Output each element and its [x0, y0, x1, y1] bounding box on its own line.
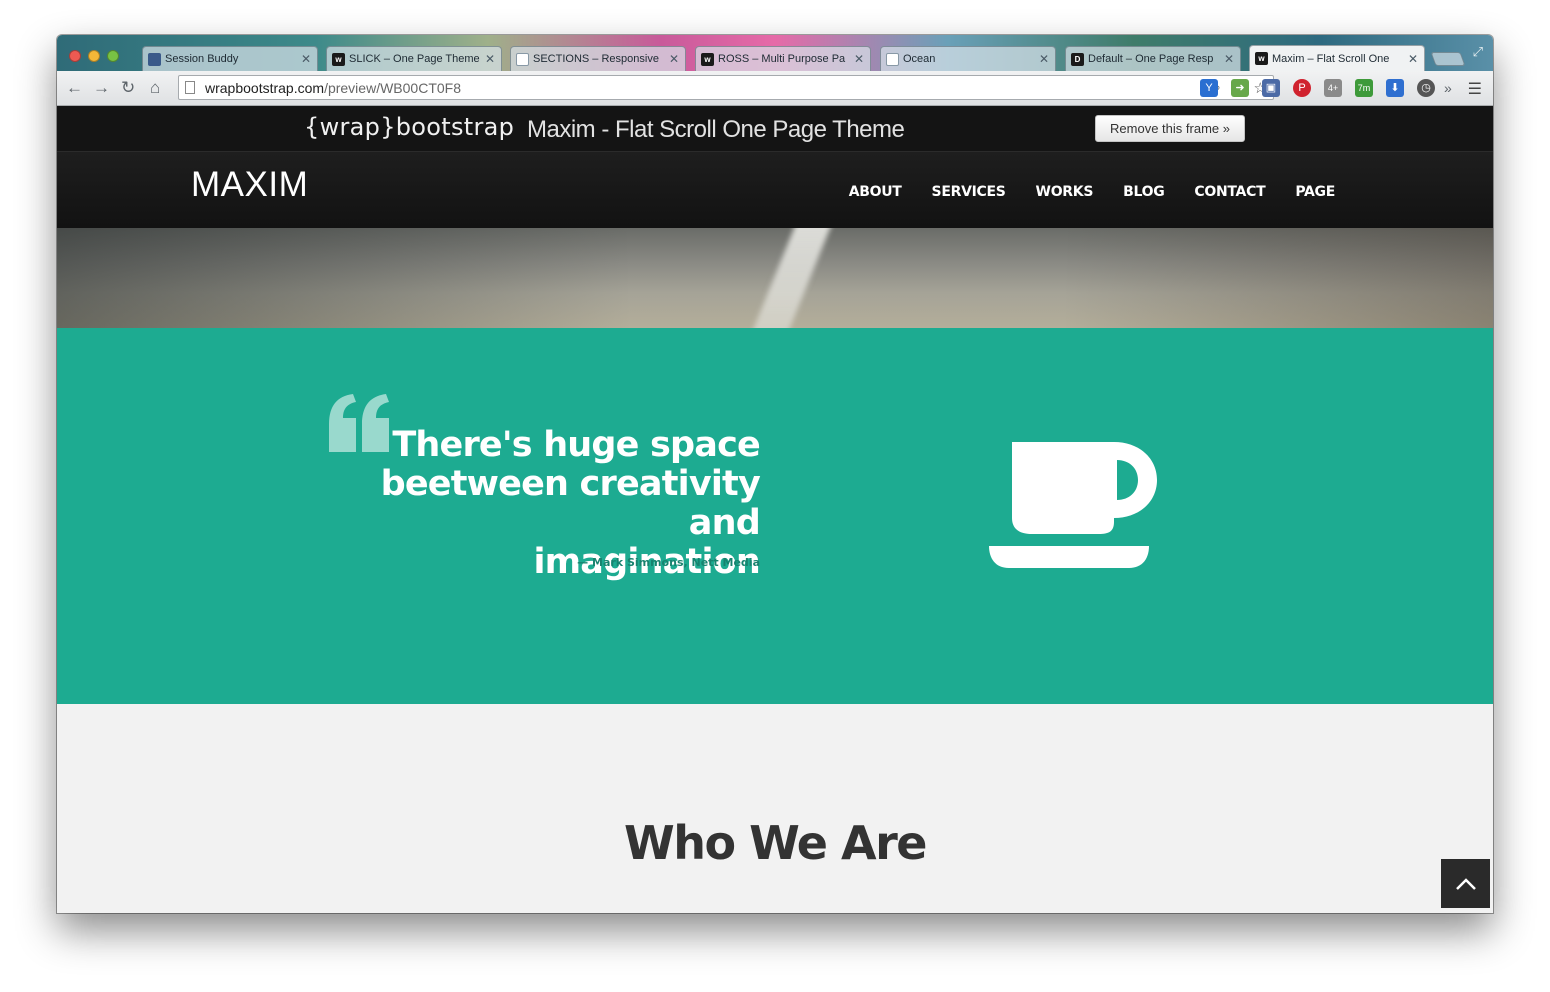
tab-ocean[interactable]: Ocean ✕ [880, 46, 1056, 71]
page-icon [185, 81, 195, 94]
who-we-are-section: Who We Are [57, 704, 1493, 913]
browser-toolbar: ← → ↻ ⌂ wrapbootstrap.com/preview/WB00CT… [57, 71, 1493, 106]
nav-works[interactable]: WORKS [1036, 184, 1094, 200]
quote-line: beetween creativity and [380, 464, 761, 543]
zoom-window-button[interactable] [107, 50, 119, 62]
quote-section: There's huge space beetween creativity a… [57, 328, 1493, 704]
nav-about[interactable]: ABOUT [849, 184, 902, 200]
wrapbootstrap-frame-bar: {wrap}bootstrap Maxim - Flat Scroll One … [57, 106, 1493, 152]
coffee-cup-icon [989, 442, 1157, 568]
back-icon[interactable]: ← [66, 78, 83, 98]
wrapbootstrap-logo[interactable]: {wrap}bootstrap [304, 113, 514, 141]
tab-default[interactable]: D Default – One Page Resp ✕ [1065, 46, 1241, 71]
close-tab-icon[interactable]: ✕ [1039, 52, 1049, 66]
tab-sections[interactable]: SECTIONS – Responsive ✕ [510, 46, 686, 71]
wrapbootstrap-icon: w [1255, 52, 1268, 65]
wrapbootstrap-icon: w [332, 52, 345, 66]
pinterest-icon[interactable]: P [1293, 79, 1311, 97]
home-icon[interactable]: ⌂ [150, 78, 160, 98]
url-path: /preview/WB00CT0F8 [324, 79, 461, 96]
window-controls [69, 50, 119, 62]
extension-y-icon[interactable]: Y [1200, 79, 1218, 97]
browser-window: Session Buddy ✕ w SLICK – One Page Theme… [57, 35, 1493, 913]
quote-line: There's huge space [392, 425, 760, 465]
main-menu: ABOUT SERVICES WORKS BLOG CONTACT PAGE [849, 184, 1336, 200]
close-tab-icon[interactable]: ✕ [1408, 52, 1418, 66]
tab-slick[interactable]: w SLICK – One Page Theme ✕ [326, 46, 502, 71]
fullscreen-icon[interactable]: ⤢ [1473, 44, 1483, 60]
nav-contact[interactable]: CONTACT [1194, 184, 1265, 200]
frame-theme-title: Maxim - Flat Scroll One Page Theme [527, 116, 905, 143]
site-navbar: MAXIM ABOUT SERVICES WORKS BLOG CONTACT … [57, 152, 1493, 228]
tab-title: SECTIONS – Responsive [533, 53, 659, 65]
close-tab-icon[interactable]: ✕ [669, 52, 679, 66]
page-icon [886, 52, 899, 66]
extension-timer-icon[interactable]: 7m [1355, 79, 1373, 97]
nav-blog[interactable]: BLOG [1123, 184, 1165, 200]
hero-vignette [57, 228, 1493, 328]
close-window-button[interactable] [69, 50, 81, 62]
clock-icon[interactable]: ◷ [1417, 79, 1435, 97]
address-bar[interactable]: wrapbootstrap.com/preview/WB00CT0F8 ⌕ ● … [178, 75, 1274, 100]
new-tab-button[interactable] [1430, 52, 1466, 66]
extension-badge-count: 4+ [1327, 83, 1339, 93]
download-icon[interactable]: ⬇ [1386, 79, 1404, 97]
tab-title: Session Buddy [165, 53, 239, 65]
extension-timer-count: 7m [1357, 83, 1371, 93]
nav-services[interactable]: SERVICES [932, 184, 1006, 200]
wrapbootstrap-icon: w [701, 52, 714, 66]
hero-road-image [57, 228, 1493, 328]
close-tab-icon[interactable]: ✕ [854, 52, 864, 66]
session-buddy-icon [148, 52, 161, 66]
close-tab-icon[interactable]: ✕ [485, 52, 495, 66]
tab-session-buddy[interactable]: Session Buddy ✕ [142, 46, 318, 71]
page-viewport: {wrap}bootstrap Maxim - Flat Scroll One … [57, 106, 1493, 913]
page-icon [516, 52, 529, 66]
hamburger-menu-icon[interactable]: ☰ [1468, 79, 1482, 99]
extension-window-icon[interactable]: ▣ [1262, 79, 1280, 97]
tab-title: Default – One Page Resp [1088, 53, 1214, 65]
extension-arrow-icon[interactable]: ➜ [1231, 79, 1249, 97]
tab-title: Maxim – Flat Scroll One [1272, 52, 1390, 65]
extension-badge-icon[interactable]: 4+ [1324, 79, 1342, 97]
tab-title: Ocean [903, 53, 936, 65]
reload-icon[interactable]: ↻ [121, 78, 135, 98]
tab-strip: Session Buddy ✕ w SLICK – One Page Theme… [57, 35, 1493, 71]
tab-ross[interactable]: w ROSS – Multi Purpose Pa ✕ [695, 46, 871, 71]
site-brand[interactable]: MAXIM [191, 165, 308, 205]
forward-icon[interactable]: → [93, 78, 110, 98]
d-icon: D [1071, 52, 1084, 66]
chevron-up-icon [1455, 877, 1476, 890]
tab-title: SLICK – One Page Theme [349, 53, 480, 65]
remove-frame-button[interactable]: Remove this frame » [1095, 115, 1245, 142]
quote-author: — Mark Simmons, Nett Media [577, 556, 760, 569]
back-to-top-button[interactable] [1441, 859, 1490, 908]
tab-title: ROSS – Multi Purpose Pa [718, 53, 846, 65]
url-host: wrapbootstrap.com [205, 79, 325, 96]
overflow-chevron-icon[interactable]: » [1444, 78, 1452, 98]
tab-maxim[interactable]: w Maxim – Flat Scroll One ✕ [1249, 45, 1425, 71]
close-tab-icon[interactable]: ✕ [1224, 52, 1234, 66]
section-title: Who We Are [624, 816, 927, 870]
close-tab-icon[interactable]: ✕ [301, 52, 311, 66]
minimize-window-button[interactable] [88, 50, 100, 62]
nav-page[interactable]: PAGE [1295, 184, 1335, 200]
